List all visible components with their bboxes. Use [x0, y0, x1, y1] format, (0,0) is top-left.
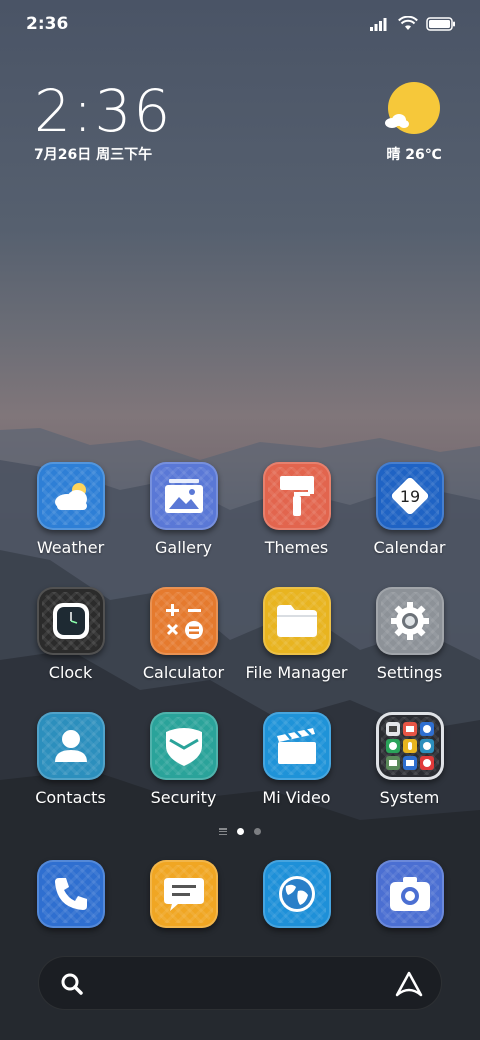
settings-icon[interactable] — [375, 587, 444, 655]
dock-phone[interactable] — [14, 860, 127, 930]
search-bar[interactable] — [38, 956, 442, 1010]
app-label: Weather — [36, 538, 105, 557]
signal-icon — [370, 17, 387, 31]
contacts-icon[interactable] — [36, 712, 105, 780]
browser-icon[interactable] — [262, 860, 331, 928]
app-label: Gallery — [155, 538, 212, 557]
app-label: Mi Video — [262, 788, 331, 807]
app-label: System — [379, 788, 440, 807]
wifi-icon — [398, 16, 418, 30]
page-indicator-lines — [219, 828, 227, 835]
battery-icon — [426, 16, 455, 31]
system-folder-icon[interactable] — [375, 712, 444, 780]
dock-messages[interactable] — [127, 860, 240, 930]
camera-icon[interactable] — [375, 860, 444, 928]
app-file-manager[interactable]: File Manager — [240, 587, 353, 697]
security-icon[interactable] — [149, 712, 218, 780]
assistant-icon[interactable] — [395, 971, 423, 997]
app-label: Settings — [376, 663, 443, 682]
clock-widget[interactable]: 2:36 7月26日 周三下午 — [34, 80, 172, 164]
app-mi-video[interactable]: Mi Video — [240, 712, 353, 822]
calendar-date: 19 — [399, 487, 419, 506]
widget-time: 2:36 — [34, 77, 173, 145]
app-themes[interactable]: Themes — [240, 462, 353, 572]
dock — [14, 860, 466, 930]
app-label: File Manager — [245, 663, 348, 682]
cloud-icon — [385, 114, 409, 128]
app-contacts[interactable]: Contacts — [14, 712, 127, 822]
app-label: Contacts — [35, 788, 106, 807]
app-clock[interactable]: Clock — [14, 587, 127, 697]
app-label: Security — [150, 788, 217, 807]
widget-date: 7月26日 周三下午 — [34, 147, 153, 163]
clock-icon[interactable] — [36, 587, 105, 655]
status-icons — [370, 16, 456, 31]
app-gallery[interactable]: Gallery — [127, 462, 240, 572]
app-system-folder[interactable]: System — [353, 712, 466, 822]
app-settings[interactable]: Settings — [353, 587, 466, 697]
themes-icon[interactable] — [262, 462, 331, 530]
page-indicator[interactable] — [0, 828, 480, 835]
app-security[interactable]: Security — [127, 712, 240, 822]
dock-camera[interactable] — [353, 860, 466, 930]
messages-icon[interactable] — [149, 860, 218, 928]
app-label: Themes — [264, 538, 329, 557]
file-manager-icon[interactable] — [262, 587, 331, 655]
weather-text: 晴 26℃ — [386, 147, 442, 163]
app-grid: Weather Gallery Themes 19 Calendar Clock… — [14, 462, 466, 822]
app-calculator[interactable]: Calculator — [127, 587, 240, 697]
video-icon[interactable] — [262, 712, 331, 780]
phone-icon[interactable] — [36, 860, 105, 928]
weather-icon[interactable] — [36, 462, 105, 530]
page-dot-active — [237, 828, 244, 835]
gallery-icon[interactable] — [149, 462, 218, 530]
dock-browser[interactable] — [240, 860, 353, 930]
app-calendar[interactable]: 19 Calendar — [353, 462, 466, 572]
status-time: 2:36 — [26, 14, 69, 34]
page-dot — [254, 828, 261, 835]
calendar-icon[interactable]: 19 — [375, 462, 444, 530]
sunny-icon — [385, 82, 440, 134]
app-label: Calculator — [142, 663, 225, 682]
app-weather[interactable]: Weather — [14, 462, 127, 572]
weather-widget[interactable]: 晴 26℃ — [384, 82, 444, 164]
search-icon[interactable] — [59, 971, 85, 997]
calculator-icon[interactable] — [149, 587, 218, 655]
app-label: Clock — [48, 663, 93, 682]
app-label: Calendar — [373, 538, 446, 557]
status-bar: 2:36 — [0, 0, 480, 50]
